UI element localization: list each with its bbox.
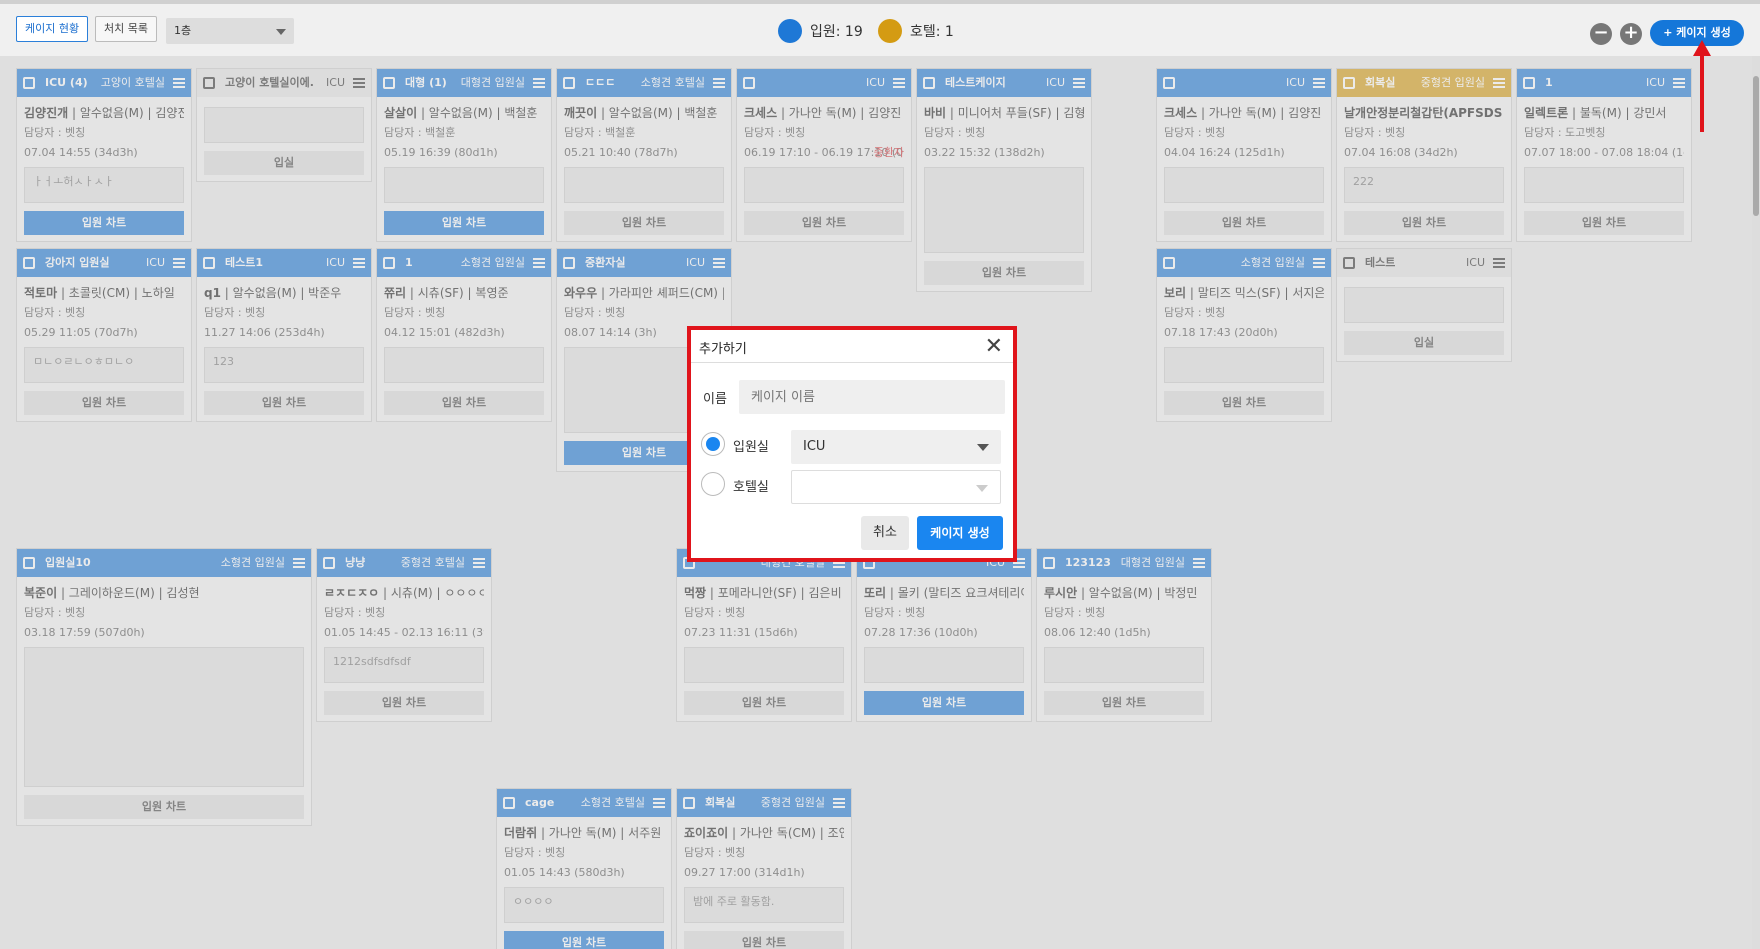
top-toolbar: 케이지 현황 처치 목록 1층 입원: 19 호텔: 1 − + + 케이지 생… [0,0,1760,56]
cage-status-button[interactable]: 케이지 현황 [16,16,89,42]
admit-room-select[interactable]: ICU [791,430,1001,464]
cage-name-input[interactable] [739,380,1005,414]
add-cage-modal: 추가하기 ✕ 이름 입원실 ICU 호텔실 취소 케이지 생성 [687,326,1017,562]
annotation-arrow [1700,48,1704,132]
hotel-radio[interactable] [701,472,725,496]
admit-radio[interactable] [701,432,725,456]
scrollbar[interactable] [1752,56,1760,949]
hotel-room-select[interactable] [791,470,1001,504]
hotel-dot-icon [878,19,902,43]
zoom-in-button[interactable]: + [1620,23,1642,45]
chevron-down-icon [276,29,286,35]
cancel-button[interactable]: 취소 [861,516,909,550]
name-label: 이름 [703,392,727,407]
scrollbar-thumb[interactable] [1753,76,1759,216]
modal-divider [691,362,1013,363]
close-icon[interactable]: ✕ [985,334,1003,359]
floor-select-value: 1층 [174,24,192,37]
chevron-down-icon [976,485,988,492]
admit-radio-label: 입원실 [733,440,769,455]
floor-select[interactable]: 1층 [166,18,294,44]
admit-dot-icon [778,19,802,43]
admit-room-value: ICU [803,439,826,454]
hotel-count: 호텔: 1 [910,24,954,40]
admit-count: 입원: 19 [810,24,863,40]
zoom-out-button[interactable]: − [1590,23,1612,45]
treatment-list-button[interactable]: 처치 목록 [95,16,157,42]
hotel-stat: 호텔: 1 [878,19,954,43]
modal-title: 추가하기 [699,342,747,357]
chevron-down-icon [977,444,989,451]
submit-create-cage-button[interactable]: 케이지 생성 [917,516,1003,550]
admit-stat: 입원: 19 [778,19,863,43]
hotel-radio-label: 호텔실 [733,480,769,495]
